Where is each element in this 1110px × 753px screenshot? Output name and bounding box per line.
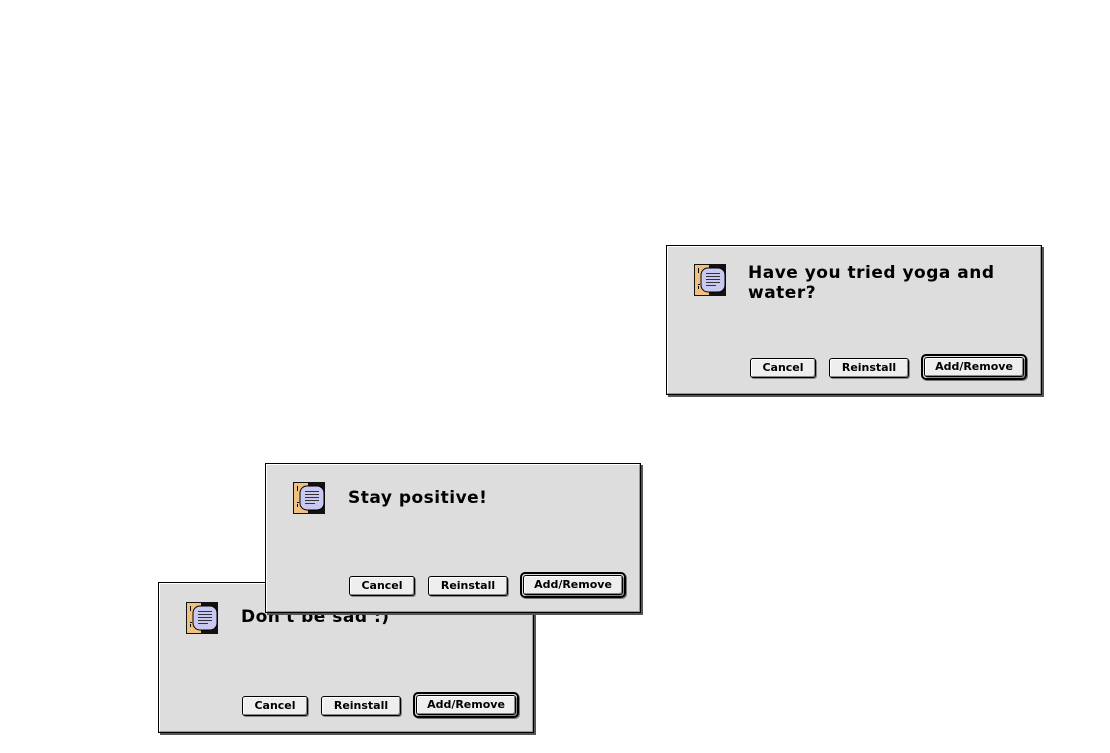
alert-message: Have you tried yoga and water? — [748, 263, 995, 303]
extensions-manager-icon — [293, 482, 325, 514]
add-remove-button-ring[interactable]: Add/Remove — [413, 692, 519, 718]
add-remove-button[interactable]: Add/Remove — [416, 695, 516, 715]
alert-dialog-yoga-water: Have you tried yoga and water? Cancel Re… — [666, 245, 1042, 395]
cancel-button[interactable]: Cancel — [349, 576, 415, 596]
reinstall-button[interactable]: Reinstall — [428, 576, 508, 596]
reinstall-button[interactable]: Reinstall — [321, 696, 401, 716]
add-remove-button-ring[interactable]: Add/Remove — [520, 572, 626, 598]
alert-message: Stay positive! — [348, 488, 488, 508]
add-remove-button-ring[interactable]: Add/Remove — [921, 354, 1027, 380]
cancel-button[interactable]: Cancel — [242, 696, 308, 716]
add-remove-button[interactable]: Add/Remove — [924, 357, 1024, 377]
cancel-button[interactable]: Cancel — [750, 358, 816, 378]
add-remove-button[interactable]: Add/Remove — [523, 575, 623, 595]
alert-dialog-stay-positive: Stay positive! Cancel Reinstall Add/Remo… — [265, 463, 641, 613]
extensions-manager-icon — [186, 602, 218, 634]
extensions-manager-icon — [694, 264, 726, 296]
reinstall-button[interactable]: Reinstall — [829, 358, 909, 378]
